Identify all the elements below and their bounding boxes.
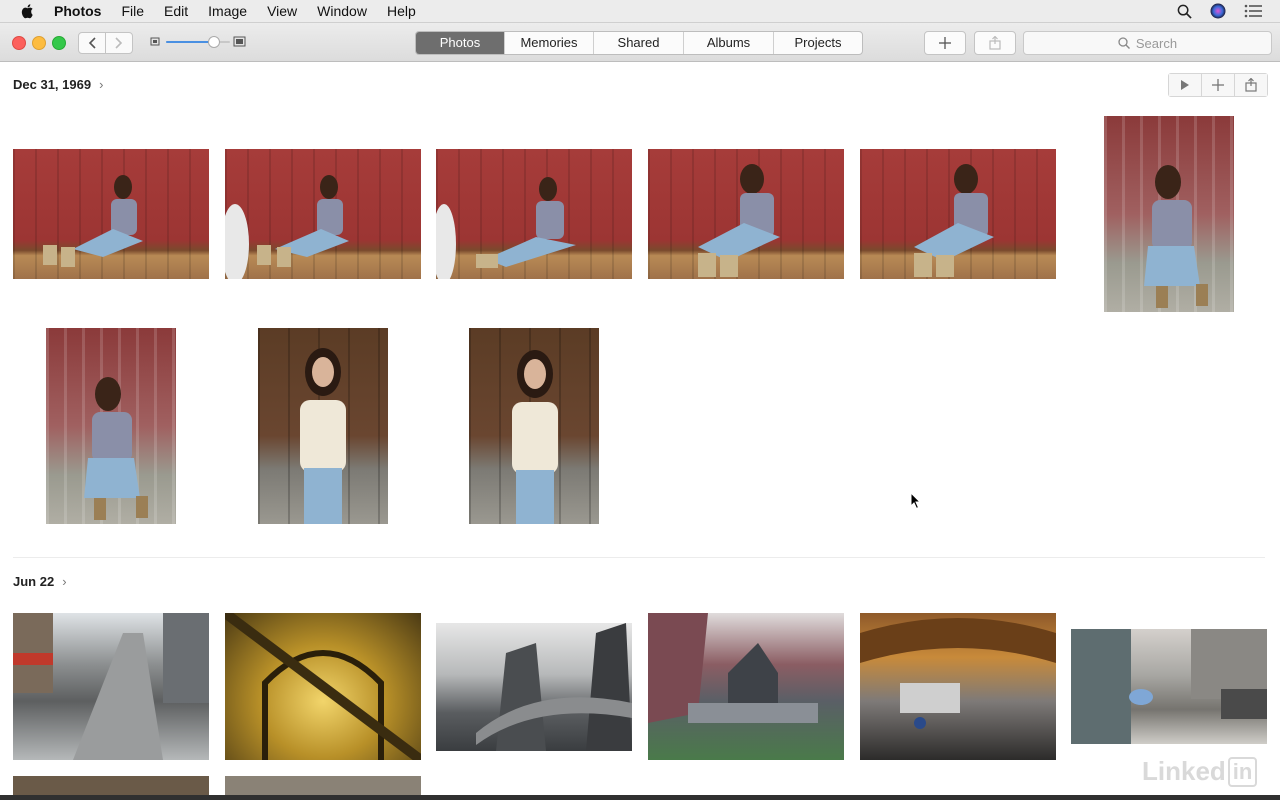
photo-thumbnail[interactable] (13, 776, 209, 796)
photo-thumbnail[interactable] (648, 149, 844, 279)
dock-edge (0, 795, 1280, 800)
menu-edit[interactable]: Edit (164, 3, 188, 19)
photo-thumbnail[interactable] (225, 776, 421, 796)
menu-view[interactable]: View (267, 3, 297, 19)
photo-thumbnail[interactable] (648, 613, 844, 760)
notification-center-icon[interactable] (1244, 4, 1262, 18)
share-icon (1245, 78, 1257, 92)
menu-image[interactable]: Image (208, 3, 247, 19)
linkedin-watermark: Linked in (1142, 756, 1258, 787)
zoom-window-button[interactable] (52, 36, 66, 50)
search-placeholder: Search (1135, 35, 1178, 51)
section-divider (13, 557, 1265, 558)
share-icon (989, 36, 1001, 50)
add-button[interactable] (924, 31, 966, 55)
search-icon (1118, 37, 1130, 49)
watermark-text: Linked (1142, 756, 1226, 786)
forward-button[interactable] (105, 32, 133, 54)
tab-photos[interactable]: Photos (416, 32, 505, 54)
menu-app-name[interactable]: Photos (54, 3, 101, 19)
minimize-window-button[interactable] (32, 36, 46, 50)
close-window-button[interactable] (12, 36, 26, 50)
photo-thumbnail[interactable] (46, 328, 176, 524)
section-share-button[interactable] (1235, 74, 1267, 96)
watermark-badge: in (1227, 756, 1258, 787)
chevron-left-icon (88, 37, 96, 49)
play-icon (1181, 80, 1189, 90)
tab-memories[interactable]: Memories (505, 32, 594, 54)
spotlight-icon[interactable] (1177, 4, 1192, 19)
chevron-right-icon (115, 37, 123, 49)
tab-shared[interactable]: Shared (594, 32, 684, 54)
photo-thumbnail[interactable] (225, 149, 421, 279)
section-title: Jun 22 (13, 574, 55, 589)
photo-thumbnail[interactable] (469, 328, 599, 524)
plus-icon (939, 37, 951, 49)
zoom-slider[interactable] (150, 33, 250, 51)
menu-extras (1177, 0, 1280, 22)
photo-thumbnail[interactable] (1071, 629, 1267, 744)
photo-thumbnail[interactable] (436, 149, 632, 279)
section-add-button[interactable] (1202, 74, 1235, 96)
apple-icon[interactable] (20, 3, 36, 19)
photo-thumbnail[interactable] (258, 328, 388, 524)
photo-thumbnail[interactable] (13, 149, 209, 279)
menu-file[interactable]: File (121, 3, 144, 19)
window-toolbar: Photos Memories Shared Albums Projects S… (0, 23, 1280, 62)
photo-thumbnail[interactable] (13, 613, 209, 760)
photo-thumbnail[interactable] (1104, 116, 1234, 312)
back-button[interactable] (78, 32, 106, 54)
tab-albums[interactable]: Albums (684, 32, 774, 54)
slideshow-button[interactable] (1169, 74, 1202, 96)
mouse-cursor-icon (910, 492, 922, 510)
chevron-right-icon: › (99, 77, 104, 92)
photo-thumbnail[interactable] (436, 623, 632, 751)
siri-icon[interactable] (1210, 3, 1226, 19)
plus-icon (1212, 79, 1224, 91)
section-actions (1168, 73, 1268, 97)
menu-window[interactable]: Window (317, 3, 367, 19)
section-header-dec-31-1969[interactable]: Dec 31, 1969 › (13, 77, 103, 92)
share-button[interactable] (974, 31, 1016, 55)
menu-help[interactable]: Help (387, 3, 416, 19)
search-field[interactable]: Search (1023, 31, 1272, 55)
menu-bar: Photos File Edit Image View Window Help (0, 0, 1280, 23)
view-tabs: Photos Memories Shared Albums Projects (415, 31, 863, 55)
photo-thumbnail[interactable] (225, 613, 421, 760)
photo-thumbnail[interactable] (860, 149, 1056, 279)
tab-projects[interactable]: Projects (774, 32, 862, 54)
photo-thumbnail[interactable] (860, 613, 1056, 760)
section-header-jun-22[interactable]: Jun 22 › (13, 574, 67, 589)
section-title: Dec 31, 1969 (13, 77, 92, 92)
zoom-slider-knob (208, 36, 220, 48)
chevron-right-icon: › (62, 574, 67, 589)
